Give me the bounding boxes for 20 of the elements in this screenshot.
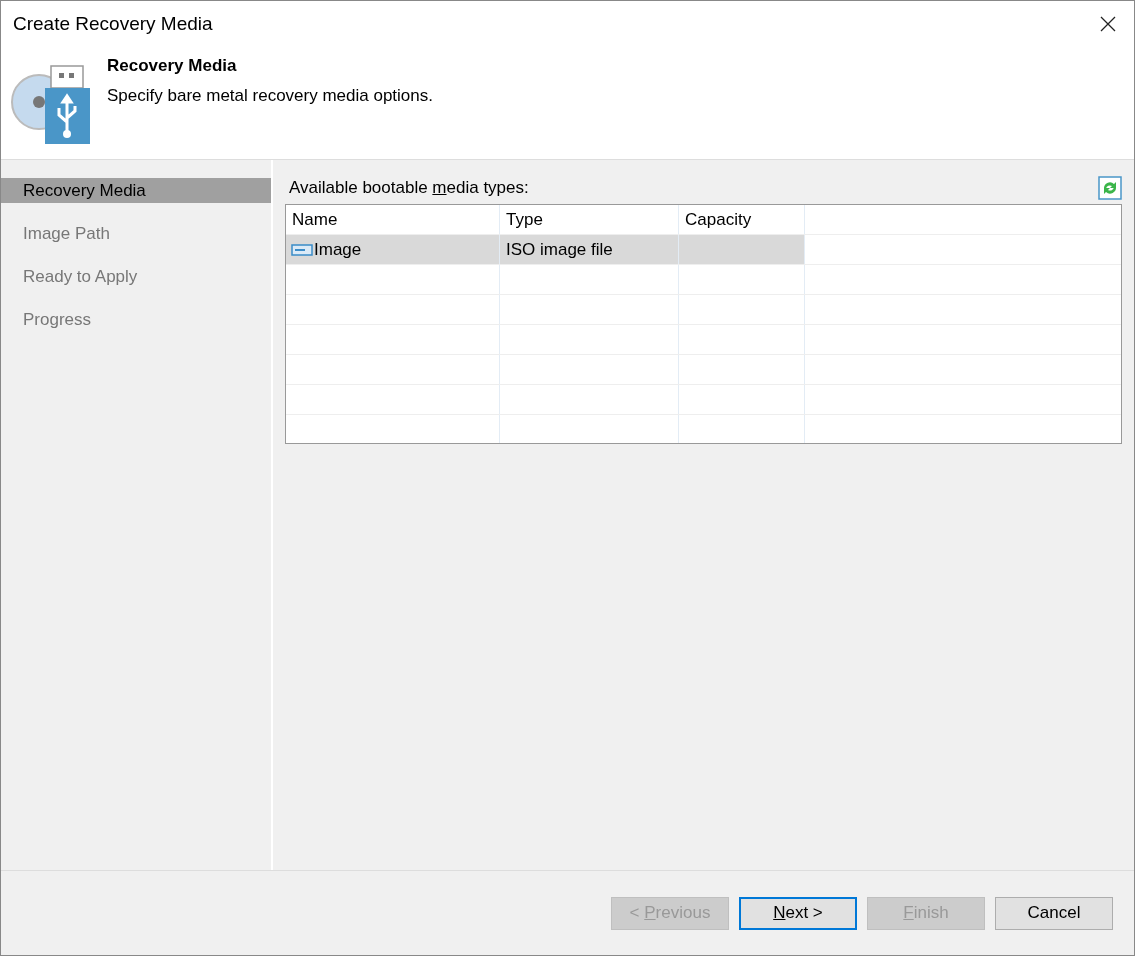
table-cell-text: Image [314,239,362,261]
close-icon[interactable] [1100,15,1116,32]
wizard-button[interactable]: Next > [739,896,857,930]
wizard-step[interactable]: Progress [1,307,271,332]
wizard-button[interactable]: Cancel [995,896,1113,930]
wizard-step[interactable]: Image Path [1,221,271,246]
column-header[interactable]: Capacity [679,205,805,234]
page-subtitle: Specify bare metal recovery media options. [107,86,433,106]
refresh-icon[interactable] [1098,176,1122,200]
table-cell: ISO image file [506,240,613,259]
table-row[interactable]: Image ISO image file [286,235,805,264]
column-header[interactable]: Name [286,205,500,234]
window-title: Create Recovery Media [13,12,213,35]
wizard-step[interactable]: Ready to Apply [1,264,271,289]
list-label: Available bootable media types: [288,178,529,198]
page-title: Recovery Media [107,56,238,76]
image-file-icon [290,243,314,256]
wizard-step[interactable]: Recovery Media [1,178,271,203]
usb-disc-icon [11,64,91,144]
column-header[interactable]: Type [500,205,679,234]
